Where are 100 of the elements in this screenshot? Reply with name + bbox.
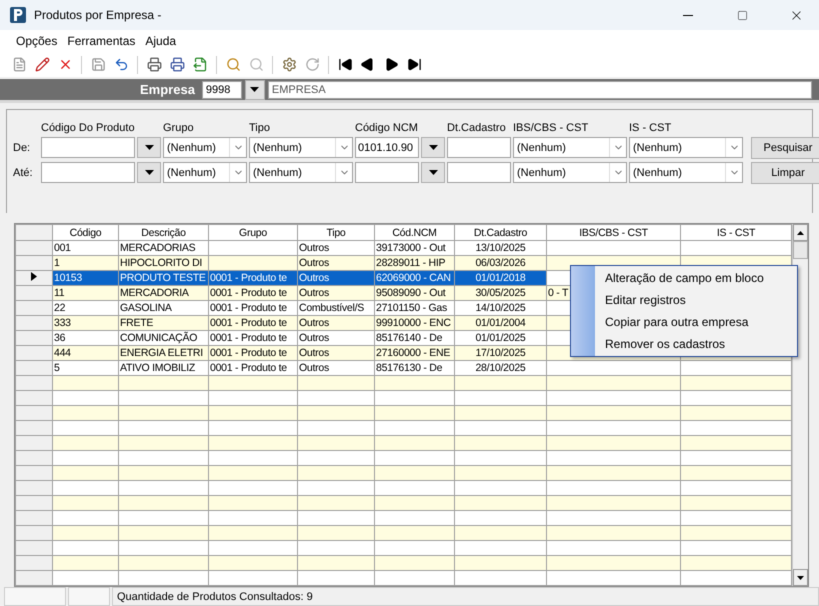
dropdown-button[interactable] [421, 162, 445, 184]
ncm-field[interactable] [355, 162, 419, 184]
table-cell: PRODUTO TESTE [118, 270, 208, 286]
table-cell: Outros [298, 330, 374, 346]
field-label: Código NCM [355, 122, 419, 134]
column-header[interactable]: Cód.NCM [374, 224, 454, 241]
table-cell: Combustível/S [298, 300, 374, 316]
date-field[interactable] [447, 162, 511, 184]
column-header[interactable]: Descrição [118, 224, 208, 241]
column-header[interactable]: Tipo [298, 224, 374, 241]
type-select[interactable]: (Nenhum) [249, 137, 353, 158]
field-label: Tipo [249, 122, 271, 134]
table-cell: 28289011 - HIP [374, 256, 454, 271]
scroll-up-button[interactable] [793, 224, 808, 242]
table-cell: Outros [298, 286, 374, 301]
scrollbar-thumb[interactable] [793, 241, 808, 260]
column-header[interactable]: IS - CST [680, 224, 792, 241]
table-cell: 0001 - Produto te [208, 286, 298, 301]
company-code-field[interactable]: 9998 [202, 80, 242, 99]
table-cell: 95089090 - Out [374, 286, 454, 301]
dropdown-button[interactable] [137, 162, 161, 184]
ibs-cst-select[interactable]: (Nenhum) [513, 137, 627, 158]
table-cell: MERCADORIA [118, 286, 208, 301]
table-cell: Outros [298, 346, 374, 361]
table-cell: 27101150 - Gas [374, 300, 454, 316]
dropdown-button[interactable] [244, 80, 265, 100]
table-cell: COMUNICAÇÃO [118, 330, 208, 346]
table-cell: 5 [52, 360, 118, 376]
table-cell: 99910000 - ENC [374, 316, 454, 331]
table-cell: 0001 - Produto te [208, 346, 298, 361]
caret-icon [144, 145, 154, 150]
table-cell: 001 [52, 240, 118, 256]
is-cst-select[interactable]: (Nenhum) [629, 162, 743, 184]
date-field[interactable] [447, 137, 511, 158]
menu-item[interactable]: Ajuda [141, 34, 180, 48]
table-cell: ATIVO IMOBILIZ [118, 360, 208, 376]
ncm-field[interactable]: 0101.10.90 [355, 137, 419, 158]
table-cell: ENERGIA ELETRI [118, 346, 208, 361]
clear-button[interactable]: Limpar [751, 162, 819, 184]
group-select[interactable]: (Nenhum) [163, 137, 247, 158]
printer-icon[interactable] [145, 56, 163, 74]
table-cell: Outros [298, 240, 374, 256]
field-label: Grupo [163, 122, 195, 134]
column-header[interactable]: Grupo [208, 224, 298, 241]
table-cell: 01/01/2025 [454, 330, 546, 346]
search-button[interactable]: Pesquisar [751, 137, 819, 160]
product-code-field[interactable] [41, 137, 135, 158]
up-arrow-icon [797, 230, 804, 235]
table-cell: 444 [52, 346, 118, 361]
dropdown-button[interactable] [421, 137, 445, 158]
product-code-field[interactable] [41, 162, 135, 184]
field-label: Dt.Cadastro [447, 122, 507, 134]
context-menu-item[interactable]: Remover os cadastros [571, 333, 797, 355]
table-cell: 62069000 - CAN [374, 270, 454, 286]
row-label: De: [13, 142, 32, 154]
ibs-cst-select[interactable]: (Nenhum) [513, 162, 627, 184]
column-header[interactable]: IBS/CBS - CST [546, 224, 680, 241]
app-logo-icon [10, 7, 26, 23]
row-header[interactable] [16, 270, 52, 286]
column-header[interactable]: Dt.Cadastro [454, 224, 546, 241]
field-label: IBS/CBS - CST [513, 122, 590, 134]
caret-icon [250, 87, 260, 92]
table-cell: 333 [52, 316, 118, 331]
menu-item[interactable]: Ferramentas [63, 34, 140, 48]
table-cell: 0001 - Produto te [208, 316, 298, 331]
caret-icon [428, 170, 438, 176]
menu-item[interactable]: Opções [12, 34, 62, 48]
row-label: Até: [13, 167, 34, 180]
table-cell: Outros [298, 316, 374, 331]
printer-settings-icon[interactable] [168, 56, 186, 74]
settings-icon[interactable] [280, 56, 298, 74]
scroll-down-button[interactable] [793, 569, 808, 586]
table-cell: 14/10/2025 [454, 300, 546, 316]
table-cell: 01/01/2004 [454, 316, 546, 331]
type-select[interactable]: (Nenhum) [249, 162, 353, 184]
table-cell: 1 [52, 256, 118, 271]
caret-icon [144, 170, 154, 176]
dropdown-button[interactable] [137, 137, 161, 158]
table-cell: 13/10/2025 [454, 240, 546, 256]
table-cell: 0001 - Produto te [208, 300, 298, 316]
window-title: Produtos por Empresa - [34, 8, 162, 22]
table-cell: Outros [298, 270, 374, 286]
column-header[interactable]: Código [52, 224, 118, 241]
table-cell: 39173000 - Out [374, 240, 454, 256]
table-cell: 11 [52, 286, 118, 301]
table-cell: 27160000 - ENE [374, 346, 454, 361]
row-pointer-icon [31, 272, 37, 282]
pencil-icon[interactable] [33, 56, 51, 74]
table-cell: 85176130 - De [374, 360, 454, 376]
is-cst-select[interactable]: (Nenhum) [629, 137, 743, 158]
context-menu-item[interactable]: Copiar para outra empresa [571, 311, 797, 333]
group-select[interactable]: (Nenhum) [163, 162, 247, 184]
export-icon[interactable] [191, 56, 209, 74]
minimize-icon [683, 14, 693, 16]
table-cell: 0001 - Produto te [208, 330, 298, 346]
table-cell: GASOLINA [118, 300, 208, 316]
table-cell: 36 [52, 330, 118, 346]
table-cell: 0001 - Produto te [208, 360, 298, 376]
field-label: Código Do Produto [41, 122, 136, 134]
company-name-field[interactable]: EMPRESA [268, 80, 812, 99]
